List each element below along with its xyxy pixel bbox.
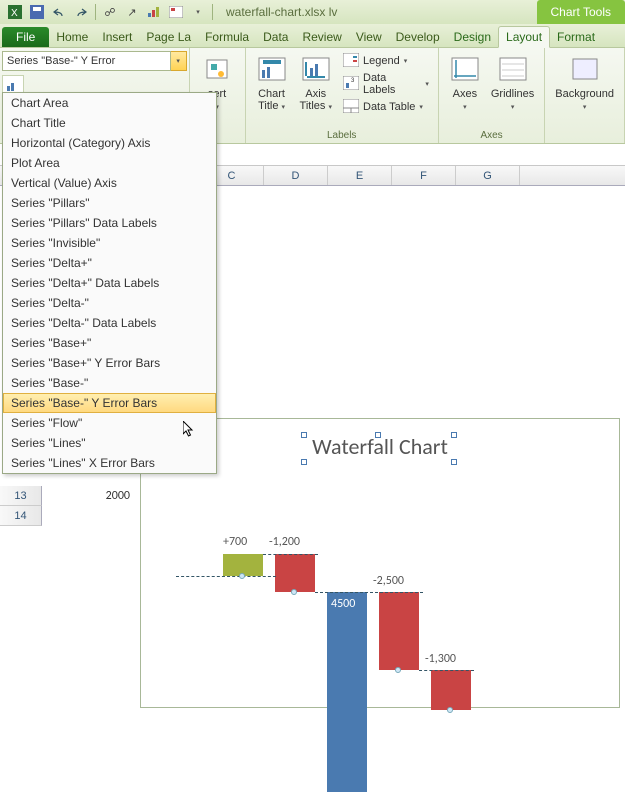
background-group: Background▾ bbox=[545, 48, 625, 143]
tab-file[interactable]: File bbox=[2, 27, 49, 47]
bar-label: -1,200 bbox=[269, 535, 300, 549]
dropdown-item[interactable]: Plot Area bbox=[3, 153, 216, 173]
formula-input[interactable] bbox=[200, 144, 625, 165]
tab-format[interactable]: Format bbox=[550, 27, 602, 47]
chart-element-selector-dropdown-button[interactable]: ▾ bbox=[171, 51, 187, 71]
tab-view[interactable]: View bbox=[349, 27, 389, 47]
col-header[interactable]: G bbox=[456, 166, 520, 185]
window-title: waterfall-chart.xlsx lv bbox=[226, 5, 337, 19]
dropdown-item[interactable]: Series "Delta-" bbox=[3, 293, 216, 313]
ribbon-tabs: File Home Insert Page La Formula Data Re… bbox=[0, 24, 625, 48]
tab-developer[interactable]: Develop bbox=[389, 27, 447, 47]
tab-insert[interactable]: Insert bbox=[95, 27, 139, 47]
qat-cursor-icon[interactable]: ☍ bbox=[101, 3, 119, 21]
dropdown-item[interactable]: Vertical (Value) Axis bbox=[3, 173, 216, 193]
axis-titles-button[interactable]: Axis Titles ▾ bbox=[296, 52, 336, 116]
cell-value[interactable]: 2000 bbox=[80, 489, 130, 503]
row-header[interactable]: 14 bbox=[0, 506, 42, 526]
dropdown-item[interactable]: Chart Area bbox=[3, 93, 216, 113]
row-header[interactable]: 13 bbox=[0, 486, 42, 506]
dropdown-item[interactable]: Series "Delta+" bbox=[3, 253, 216, 273]
dropdown-item[interactable]: Series "Base+" bbox=[3, 333, 216, 353]
qat-more-icon[interactable]: ▾ bbox=[189, 3, 207, 21]
save-icon[interactable] bbox=[28, 3, 46, 21]
row-headers: 13 14 bbox=[0, 486, 42, 526]
qat-chart-icon[interactable] bbox=[145, 3, 163, 21]
quick-access-toolbar: X ☍ ↗ ▾ waterfall-chart.xlsx lv Chart To… bbox=[0, 0, 625, 24]
tab-home[interactable]: Home bbox=[49, 27, 95, 47]
gridlines-button[interactable]: Gridlines▾ bbox=[487, 52, 538, 114]
axes-button[interactable]: Axes▾ bbox=[445, 52, 485, 114]
dropdown-item[interactable]: Series "Base+" Y Error Bars bbox=[3, 353, 216, 373]
chart-tools-label: Chart Tools bbox=[537, 0, 625, 24]
dropdown-item[interactable]: Series "Pillars" Data Labels bbox=[3, 213, 216, 233]
dropdown-item[interactable]: Series "Pillars" bbox=[3, 193, 216, 213]
dropdown-item[interactable]: Series "Base-" Y Error Bars bbox=[3, 393, 216, 413]
qat-sheet-icon[interactable] bbox=[167, 3, 185, 21]
col-header[interactable]: D bbox=[264, 166, 328, 185]
tab-design[interactable]: Design bbox=[447, 27, 498, 47]
axes-group-label: Axes bbox=[445, 130, 538, 141]
col-header[interactable]: F bbox=[392, 166, 456, 185]
data-table-button[interactable]: Data Table ▾ bbox=[340, 98, 432, 116]
labels-group: Chart Title ▾ Axis Titles ▾ Legend ▾ 3Da… bbox=[246, 48, 439, 143]
bar-decrease[interactable] bbox=[275, 554, 315, 592]
dropdown-item[interactable]: Series "Delta+" Data Labels bbox=[3, 273, 216, 293]
chart-title-button[interactable]: Chart Title ▾ bbox=[252, 52, 292, 116]
dropdown-item[interactable]: Series "Lines" X Error Bars bbox=[3, 453, 216, 473]
legend-button[interactable]: Legend ▾ bbox=[340, 52, 432, 70]
bar-pillar[interactable] bbox=[327, 592, 367, 792]
labels-group-label: Labels bbox=[252, 130, 432, 141]
bar-label: +700 bbox=[223, 535, 247, 549]
bar-label: -2,500 bbox=[373, 574, 404, 588]
dropdown-item[interactable]: Horizontal (Category) Axis bbox=[3, 133, 216, 153]
tab-layout[interactable]: Layout bbox=[498, 26, 550, 48]
background-button[interactable]: Background▾ bbox=[551, 52, 618, 114]
dropdown-item[interactable]: Series "Base-" bbox=[3, 373, 216, 393]
tab-formulas[interactable]: Formula bbox=[198, 27, 256, 47]
bar-decrease[interactable] bbox=[379, 592, 419, 670]
chart-element-dropdown[interactable]: Chart AreaChart TitleHorizontal (Categor… bbox=[2, 92, 217, 474]
excel-icon: X bbox=[6, 3, 24, 21]
svg-text:X: X bbox=[11, 8, 18, 19]
bar-label: 4500 bbox=[331, 597, 355, 611]
mouse-cursor bbox=[183, 421, 195, 439]
qat-arrow-icon[interactable]: ↗ bbox=[123, 3, 141, 21]
bar-decrease[interactable] bbox=[431, 670, 471, 710]
tab-page-layout[interactable]: Page La bbox=[139, 27, 198, 47]
tab-data[interactable]: Data bbox=[256, 27, 295, 47]
data-labels-button[interactable]: 3Data Labels ▾ bbox=[340, 71, 432, 97]
col-header[interactable]: E bbox=[328, 166, 392, 185]
redo-icon[interactable] bbox=[72, 3, 90, 21]
bar-label: -1,300 bbox=[425, 652, 456, 666]
undo-icon[interactable] bbox=[50, 3, 68, 21]
dropdown-item[interactable]: Series "Delta-" Data Labels bbox=[3, 313, 216, 333]
dropdown-item[interactable]: Chart Title bbox=[3, 113, 216, 133]
axes-group: Axes▾ Gridlines▾ Axes bbox=[439, 48, 545, 143]
chart-element-selector[interactable]: Series "Base-" Y Error bbox=[2, 51, 171, 71]
dropdown-item[interactable]: Series "Invisible" bbox=[3, 233, 216, 253]
tab-review[interactable]: Review bbox=[295, 27, 348, 47]
